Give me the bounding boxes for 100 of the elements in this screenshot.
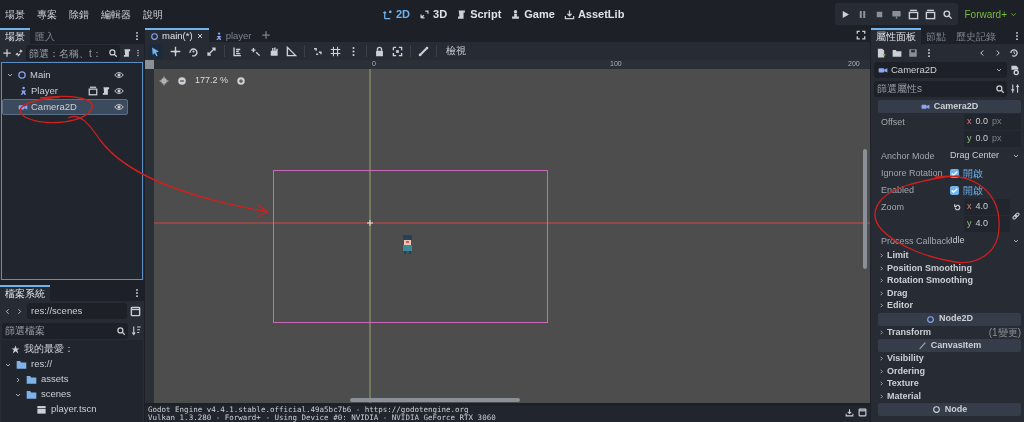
filter-field[interactable]: 篩選屬性s <box>874 80 1007 97</box>
dropdown[interactable]: Idle <box>950 234 1021 248</box>
link-icon[interactable] <box>14 48 24 58</box>
file-item[interactable]: res:// <box>31 357 53 372</box>
eye-icon[interactable] <box>114 86 124 96</box>
property-group[interactable]: Rotation Smoothing <box>878 275 1021 287</box>
zoom-out-icon[interactable] <box>177 75 187 86</box>
history-icon[interactable] <box>1009 47 1019 58</box>
chevron-right-icon[interactable] <box>14 375 22 384</box>
filter-field[interactable]: 篩選：名稱、t： <box>26 45 120 61</box>
number-field[interactable]: x 0.0 px <box>964 114 1021 130</box>
panel-tab[interactable]: 場景 <box>0 28 30 44</box>
property-group[interactable]: Ordering <box>878 365 1021 377</box>
section-header[interactable]: CanvasItem <box>878 339 1021 352</box>
menu-item[interactable]: 說明 <box>142 6 164 22</box>
back-icon[interactable] <box>3 306 12 316</box>
download-icon[interactable] <box>845 408 854 417</box>
copy-icon[interactable] <box>858 408 867 417</box>
pivot-icon[interactable] <box>250 45 261 57</box>
workspace-button[interactable]: Game <box>510 5 555 23</box>
add-icon[interactable] <box>2 48 12 58</box>
rotate-icon[interactable] <box>188 45 199 57</box>
revert-icon[interactable] <box>952 202 962 212</box>
scene-tab[interactable]: player <box>208 28 257 42</box>
zoom-in-icon[interactable] <box>236 75 247 86</box>
tree-item[interactable]: Player <box>2 83 128 99</box>
group-icon[interactable] <box>392 45 403 57</box>
property-group[interactable]: Drag <box>878 287 1021 299</box>
section-header[interactable]: Camera2D <box>878 100 1021 113</box>
snap-icon[interactable] <box>312 45 323 57</box>
lock-icon[interactable] <box>374 45 385 57</box>
folder-icon[interactable] <box>892 47 902 58</box>
search-icon[interactable] <box>942 8 954 20</box>
ruler-icon[interactable] <box>286 45 297 57</box>
property-group[interactable]: Limit <box>878 250 1021 262</box>
tree-item[interactable]: Camera2D <box>2 99 128 115</box>
property-group[interactable]: Editor <box>878 300 1021 312</box>
workspace-button[interactable]: Script <box>456 5 502 23</box>
dropdown[interactable]: Drag Center <box>950 149 1021 163</box>
panel-tab[interactable]: 檔案系統 <box>0 285 50 301</box>
add-tab-icon[interactable] <box>260 30 271 40</box>
more-icon[interactable] <box>134 48 142 58</box>
script-icon[interactable] <box>122 48 132 58</box>
save-icon[interactable] <box>908 47 918 58</box>
list-icon[interactable] <box>232 45 243 57</box>
property-group[interactable]: Material <box>878 390 1021 402</box>
panel-tab[interactable]: 屬性面板 <box>871 28 921 44</box>
panel-icon[interactable] <box>130 305 141 317</box>
scrollbar-thumb[interactable] <box>863 149 867 269</box>
menu-item[interactable]: 編輯器 <box>100 6 132 22</box>
path-field[interactable]: res://scenes <box>27 303 127 319</box>
property-group[interactable]: Transform (1變更) <box>878 326 1021 338</box>
workspace-button[interactable]: AssetLib <box>563 5 625 23</box>
workspace-button[interactable]: 3D <box>419 5 448 23</box>
scene-tab[interactable]: main(*) <box>145 28 209 42</box>
file-item[interactable]: player.tscn <box>51 402 97 417</box>
section-header[interactable]: Node2D <box>878 312 1021 326</box>
view-menu[interactable]: 檢視 <box>444 43 468 59</box>
panel-tab[interactable]: 歷史記錄 <box>951 28 1001 44</box>
file-item[interactable]: assets <box>41 372 69 387</box>
property-group[interactable]: Texture <box>878 378 1021 390</box>
checkbox-label[interactable]: 開啟 <box>963 182 983 198</box>
new-resource-icon[interactable] <box>876 47 886 58</box>
property-group[interactable]: Visibility <box>878 353 1021 365</box>
menu-item[interactable]: 場景 <box>4 6 26 22</box>
panel-tab[interactable]: 節點 <box>921 28 951 44</box>
file-item[interactable]: scenes <box>41 387 72 402</box>
tree-item[interactable]: Main <box>2 67 128 83</box>
number-field[interactable]: y 0.0 px <box>964 131 1021 147</box>
checkbox[interactable] <box>950 185 959 195</box>
center-view-icon[interactable] <box>159 75 169 86</box>
settings-icon[interactable] <box>1010 83 1021 94</box>
panel-tab[interactable]: 匯入 <box>30 28 60 44</box>
move-icon[interactable] <box>170 45 181 57</box>
zoom-reading[interactable]: 177.2 % <box>195 74 229 88</box>
eye-icon[interactable] <box>114 70 124 80</box>
number-field[interactable]: y 4.0 <box>964 216 1010 232</box>
workspace-button[interactable]: 2D <box>382 5 411 23</box>
sort-icon[interactable] <box>131 325 142 336</box>
eye-icon[interactable] <box>114 102 124 112</box>
script-icon[interactable] <box>101 86 111 96</box>
checkbox-label[interactable]: 開啟 <box>963 165 983 181</box>
monitor-icon[interactable] <box>891 8 903 20</box>
checkbox[interactable] <box>950 168 959 178</box>
chain-link-icon[interactable] <box>1011 210 1021 221</box>
play-icon[interactable] <box>840 8 852 20</box>
fullscreen-icon[interactable] <box>856 30 866 40</box>
property-group[interactable]: Position Smoothing <box>878 262 1021 274</box>
chevron-down-icon[interactable] <box>6 71 14 79</box>
menu-item[interactable]: 專案 <box>36 6 58 22</box>
object-selector[interactable]: Camera2D <box>874 62 1007 78</box>
number-field[interactable]: x 4.0 <box>964 199 1010 215</box>
renderer-dropdown[interactable]: Forward+ <box>964 6 1018 22</box>
hand-icon[interactable] <box>268 45 279 57</box>
doc-search-icon[interactable] <box>1010 64 1021 76</box>
filter-field[interactable]: 篩選檔案 <box>2 322 128 339</box>
scale-icon[interactable] <box>206 45 217 57</box>
section-header[interactable]: Node <box>878 403 1021 416</box>
menu-item[interactable]: 除錯 <box>68 6 90 22</box>
pointer-icon[interactable] <box>150 45 161 57</box>
